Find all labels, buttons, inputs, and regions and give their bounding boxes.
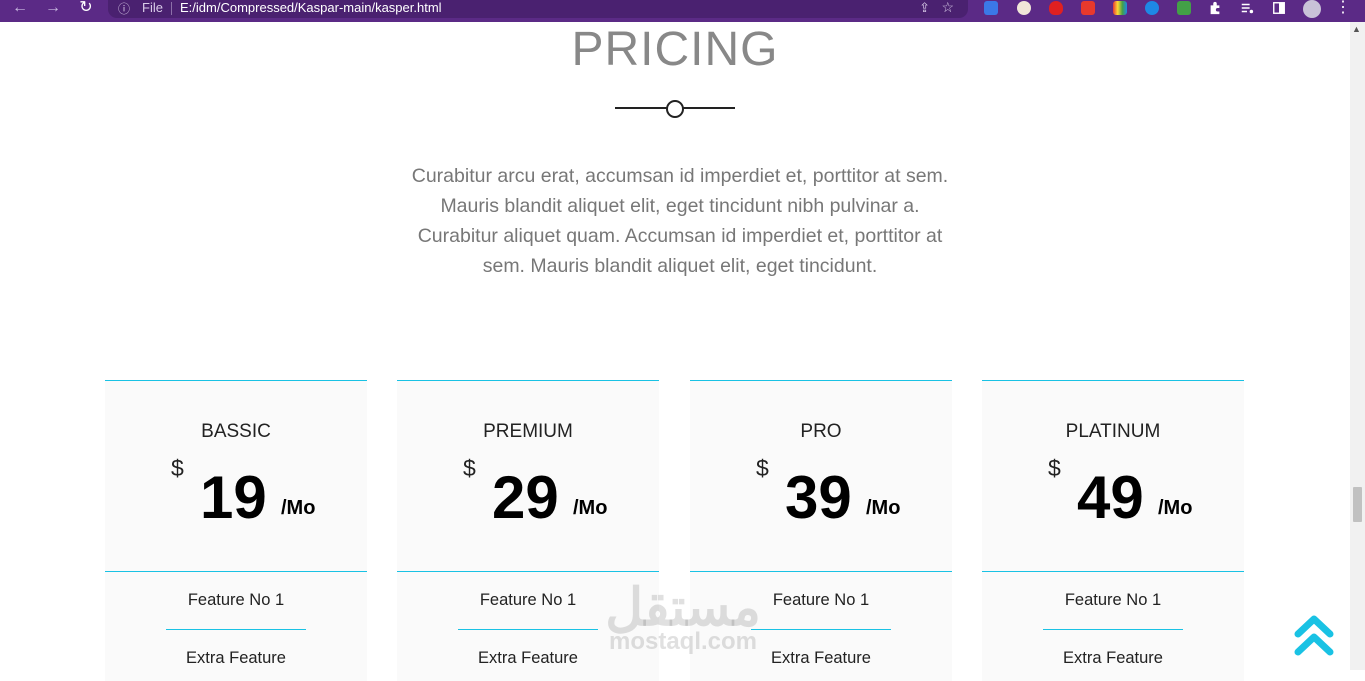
scheme-label: File xyxy=(142,0,163,15)
back-icon[interactable]: ← xyxy=(10,0,30,18)
price-amount: 29 xyxy=(492,464,559,531)
plan-name: PREMIUM xyxy=(483,421,573,442)
address-separator xyxy=(171,2,172,15)
price-amount: 39 xyxy=(785,464,852,531)
share-icon[interactable]: ⇪ xyxy=(919,0,930,16)
extension-icon-5[interactable] xyxy=(1113,1,1127,15)
price-amount: 19 xyxy=(200,464,267,531)
section-title: PRICING xyxy=(571,23,779,76)
back-to-top-icon[interactable] xyxy=(1294,614,1334,658)
section-intro: Curabitur arcu erat, accumsan id imperdi… xyxy=(411,165,949,277)
adblock-extension-icon[interactable] xyxy=(1049,1,1063,15)
translate-extension-icon[interactable] xyxy=(984,1,998,15)
currency-sign: $ xyxy=(171,455,184,481)
media-playlist-icon[interactable] xyxy=(1240,1,1254,15)
price-period: /Mo xyxy=(573,497,608,519)
currency-sign: $ xyxy=(463,455,476,481)
card-divider xyxy=(690,571,952,572)
card-divider xyxy=(982,571,1244,572)
profile-avatar[interactable] xyxy=(1303,0,1321,18)
scrollbar-thumb[interactable] xyxy=(1353,487,1362,522)
title-divider-circle xyxy=(666,100,684,118)
price-period: /Mo xyxy=(281,497,316,519)
price-amount: 49 xyxy=(1077,464,1144,531)
feature-item: Extra Feature xyxy=(186,649,286,667)
feature-item: Feature No 1 xyxy=(1064,591,1162,609)
feature-divider xyxy=(751,629,891,630)
reload-icon[interactable]: ↻ xyxy=(76,0,96,18)
mostaql-watermark: مستقل mostaql.com xyxy=(598,579,768,655)
extension-icon-6[interactable] xyxy=(1145,1,1159,15)
browser-toolbar: ← → ↻ ⓘ File E:/idm/Compressed/Kaspar-ma… xyxy=(0,0,1365,22)
title-divider-right xyxy=(682,107,735,109)
feature-item: Extra Feature xyxy=(1063,649,1163,667)
info-icon[interactable]: ⓘ xyxy=(118,0,130,17)
side-panel-icon[interactable] xyxy=(1272,1,1286,15)
puzzle-extensions-icon[interactable] xyxy=(1208,1,1222,15)
plan-card-basic: BASSIC $ 19 /Mo Feature No 1 Extra Featu… xyxy=(105,380,367,681)
address-bar[interactable]: ⓘ File E:/idm/Compressed/Kaspar-main/kas… xyxy=(108,0,968,18)
feature-item: Feature No 1 xyxy=(187,591,285,609)
extension-icon-4[interactable] xyxy=(1081,1,1095,15)
plan-price: $ 49 /Mo xyxy=(982,453,1244,533)
currency-sign: $ xyxy=(1048,455,1061,481)
forward-icon[interactable]: → xyxy=(43,0,63,18)
card-divider xyxy=(105,571,367,572)
plan-price: $ 19 /Mo xyxy=(105,453,367,533)
plan-name: PLATINUM xyxy=(1065,421,1161,442)
plan-name: BASSIC xyxy=(201,421,271,442)
price-period: /Mo xyxy=(866,497,901,519)
plan-price: $ 39 /Mo xyxy=(690,453,952,533)
plan-price: $ 29 /Mo xyxy=(397,453,659,533)
plan-card-platinum: PLATINUM $ 49 /Mo Feature No 1 Extra Fea… xyxy=(982,380,1244,681)
card-divider xyxy=(397,571,659,572)
plan-name: PRO xyxy=(800,421,842,442)
price-period: /Mo xyxy=(1158,497,1193,519)
title-divider-left xyxy=(615,107,668,109)
feature-divider xyxy=(458,629,598,630)
page-scrollbar[interactable]: ▲ xyxy=(1350,22,1365,670)
watermark-latin: mostaql.com xyxy=(608,628,758,655)
url-text[interactable]: E:/idm/Compressed/Kaspar-main/kasper.htm… xyxy=(180,0,442,15)
feature-divider xyxy=(1043,629,1183,630)
currency-sign: $ xyxy=(756,455,769,481)
browser-menu-icon[interactable]: ⋮ xyxy=(1334,0,1352,18)
feature-divider xyxy=(166,629,306,630)
extension-icon-2[interactable] xyxy=(1017,1,1031,15)
watermark-arabic: مستقل xyxy=(605,579,761,637)
scroll-up-arrow-icon[interactable]: ▲ xyxy=(1352,24,1361,34)
bookmark-star-icon[interactable]: ☆ xyxy=(941,0,954,16)
extension-icon-7[interactable] xyxy=(1177,1,1191,15)
